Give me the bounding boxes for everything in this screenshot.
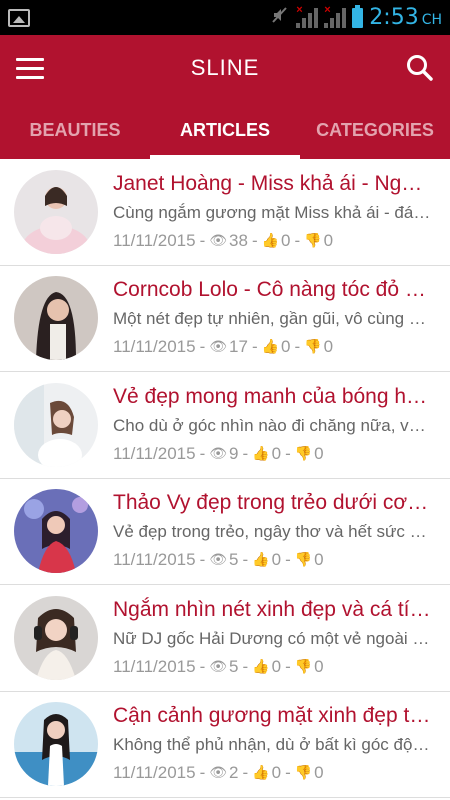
article-thumbnail [14, 169, 98, 254]
view-count: 5 [229, 550, 239, 570]
thumbs-down-icon: 👎 [294, 658, 313, 675]
article-date: 11/11/2015 [113, 656, 196, 676]
eye-icon: 👁 [209, 339, 228, 356]
article-meta: 11/11/2015- 👁 17- 👍 0- 👎 0 [113, 334, 432, 360]
gallery-icon [8, 8, 30, 27]
view-count: 5 [229, 656, 239, 676]
dislike-count: 0 [314, 443, 324, 463]
article-date: 11/11/2015 [113, 230, 196, 250]
eye-icon: 👁 [209, 552, 228, 569]
article-excerpt: Cùng ngắm gương mặt Miss khả ái - đáng y… [113, 202, 432, 222]
view-count: 9 [229, 443, 239, 463]
view-count: 38 [229, 230, 248, 250]
article-date: 11/11/2015 [113, 337, 196, 357]
dislike-count: 0 [323, 337, 334, 357]
article-excerpt: Nữ DJ gốc Hải Dương có một vẻ ngoài nổi … [113, 628, 432, 648]
like-count: 0 [271, 656, 282, 676]
dislike-count: 0 [314, 763, 324, 783]
article-thumbnail [14, 702, 98, 787]
tab-categories[interactable]: CATEGORIES [300, 101, 450, 159]
list-item[interactable]: Thảo Vy đẹp trong trẻo dưới cơn mưa Vẻ đ… [0, 479, 450, 585]
like-count: 0 [271, 443, 282, 463]
thumbs-up-icon: 👍 [252, 658, 270, 675]
article-excerpt: Cho dù ở góc nhìn nào đi chăng nữa, vẫn … [113, 415, 432, 435]
article-date: 11/11/2015 [113, 763, 196, 783]
thumbs-down-icon: 👎 [294, 765, 313, 782]
thumbs-up-icon: 👍 [261, 339, 280, 356]
article-thumbnail [14, 595, 98, 680]
article-title: Corncob Lolo - Cô nàng tóc đỏ xinh đẹp [113, 278, 432, 302]
thumbs-up-icon: 👍 [252, 552, 270, 569]
list-item[interactable]: Janet Hoàng - Miss khả ái - Ngưỡng mộ Cù… [0, 159, 450, 266]
thumbs-down-icon: 👎 [304, 232, 322, 249]
list-item[interactable]: Corncob Lolo - Cô nàng tóc đỏ xinh đẹp M… [0, 266, 450, 372]
list-item[interactable]: Vẻ đẹp mong manh của bóng hồng Cho dù ở … [0, 372, 450, 479]
article-thumbnail [14, 382, 98, 467]
thumbs-down-icon: 👎 [294, 552, 313, 569]
article-title: Cận cảnh gương mặt xinh đẹp tựa thiên th… [113, 704, 432, 728]
article-title: Ngắm nhìn nét xinh đẹp và cá tính [113, 597, 432, 621]
view-count: 17 [229, 337, 248, 357]
thumbs-up-icon: 👍 [252, 445, 270, 462]
app-title: SLINE [190, 55, 260, 80]
tab-beauties[interactable]: BEAUTIES [0, 101, 150, 159]
list-item[interactable]: Ngắm nhìn nét xinh đẹp và cá tính Nữ DJ … [0, 585, 450, 692]
article-date: 11/11/2015 [113, 443, 196, 463]
status-bar: × × 2:53 CH [0, 0, 450, 35]
article-meta: 11/11/2015- 👁 2- 👍 0- 👎 0 [113, 760, 432, 786]
thumbs-down-icon: 👎 [294, 445, 313, 462]
article-date: 11/11/2015 [113, 550, 196, 570]
eye-icon: 👁 [209, 445, 228, 462]
tab-bar: BEAUTIES ARTICLES CATEGORIES [0, 101, 450, 159]
dislike-count: 0 [314, 550, 324, 570]
app-bar: SLINE [0, 35, 450, 101]
like-count: 0 [271, 763, 282, 783]
dislike-count: 0 [323, 230, 334, 250]
article-excerpt: Vẻ đẹp trong trẻo, ngây thơ và hết sức d… [113, 522, 432, 542]
thumbs-down-icon: 👎 [304, 339, 322, 356]
battery-icon [352, 4, 364, 28]
article-list: Janet Hoàng - Miss khả ái - Ngưỡng mộ Cù… [0, 159, 450, 798]
signal-icon: × [296, 4, 319, 28]
article-meta: 11/11/2015- 👁 5- 👍 0- 👎 0 [113, 654, 432, 680]
article-thumbnail [14, 489, 98, 574]
signal-icon: × [324, 4, 347, 28]
tab-articles[interactable]: ARTICLES [150, 101, 300, 159]
article-title: Thảo Vy đẹp trong trẻo dưới cơn mưa [113, 491, 432, 515]
like-count: 0 [271, 550, 282, 570]
view-count: 2 [229, 763, 239, 783]
mute-icon [270, 5, 290, 30]
eye-icon: 👁 [209, 232, 228, 249]
thumbs-up-icon: 👍 [261, 232, 280, 249]
status-icons: × × 2:53 CH [270, 4, 442, 30]
dislike-count: 0 [314, 656, 324, 676]
article-meta: 11/11/2015- 👁 38- 👍 0- 👎 0 [113, 228, 432, 254]
article-thumbnail [14, 276, 98, 361]
search-icon[interactable] [390, 35, 450, 101]
like-count: 0 [281, 337, 291, 357]
eye-icon: 👁 [209, 765, 228, 782]
article-excerpt: Một nét đẹp tự nhiên, gần gũi, vô cùng c… [113, 309, 432, 329]
clock: 2:53 CH [369, 5, 442, 30]
article-title: Janet Hoàng - Miss khả ái - Ngưỡng mộ [113, 171, 432, 195]
article-meta: 11/11/2015- 👁 5- 👍 0- 👎 0 [113, 547, 432, 573]
eye-icon: 👁 [209, 658, 228, 675]
like-count: 0 [281, 230, 291, 250]
article-title: Vẻ đẹp mong manh của bóng hồng [113, 384, 432, 408]
list-item[interactable]: Cận cảnh gương mặt xinh đẹp tựa thiên th… [0, 692, 450, 798]
menu-icon[interactable] [0, 35, 60, 101]
article-excerpt: Không thể phủ nhận, dù ở bất kì góc độ n… [113, 735, 432, 755]
thumbs-up-icon: 👍 [252, 765, 270, 782]
article-meta: 11/11/2015- 👁 9- 👍 0- 👎 0 [113, 441, 432, 467]
